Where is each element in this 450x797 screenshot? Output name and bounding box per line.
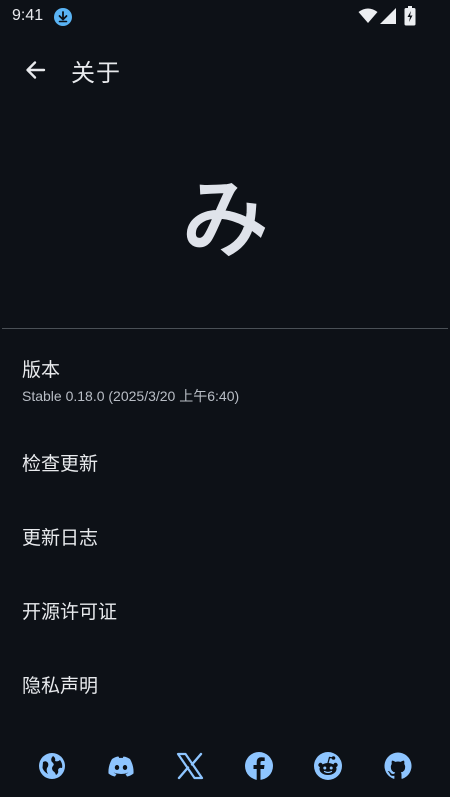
status-bar: 9:41 <box>0 0 450 34</box>
discord-button[interactable] <box>106 751 136 781</box>
globe-icon <box>39 753 65 779</box>
version-value: Stable 0.18.0 (2025/3/20 上午6:40) <box>22 388 240 404</box>
status-time: 9:41 <box>12 7 44 24</box>
arrow-left-icon <box>26 61 46 79</box>
x-icon <box>176 752 204 780</box>
page-title: 关于 <box>71 59 121 87</box>
download-icon <box>53 7 73 27</box>
open-source-licenses-label: 开源许可证 <box>22 601 118 623</box>
reddit-icon <box>314 752 342 780</box>
website-button[interactable] <box>37 751 67 781</box>
check-updates-label: 检查更新 <box>22 453 99 475</box>
github-button[interactable] <box>383 751 413 781</box>
version-title: 版本 <box>22 359 61 381</box>
changelog-item[interactable]: 更新日志 <box>0 506 450 566</box>
about-screen: 9:41 关于 み 版本 Stable 0.18.0 (2025/3/20 上午… <box>0 0 450 797</box>
check-updates-item[interactable]: 检查更新 <box>0 432 450 492</box>
divider <box>2 328 448 329</box>
version-item[interactable]: 版本 Stable 0.18.0 (2025/3/20 上午6:40) <box>0 345 450 415</box>
battery-charging-icon <box>404 6 416 26</box>
privacy-policy-item[interactable]: 隐私声明 <box>0 654 450 714</box>
facebook-button[interactable] <box>244 751 274 781</box>
github-icon <box>384 752 412 779</box>
discord-icon <box>108 756 134 777</box>
open-source-licenses-item[interactable]: 开源许可证 <box>0 580 450 640</box>
app-logo: み <box>182 170 268 270</box>
x-button[interactable] <box>175 751 205 781</box>
wifi-icon <box>358 8 378 24</box>
privacy-policy-label: 隐私声明 <box>22 675 99 697</box>
reddit-button[interactable] <box>313 751 343 781</box>
changelog-label: 更新日志 <box>22 527 99 549</box>
app-bar: 关于 <box>0 45 450 95</box>
facebook-icon <box>245 752 273 780</box>
signal-icon <box>380 8 396 24</box>
back-button[interactable] <box>20 56 52 84</box>
social-links-bar <box>0 745 450 789</box>
